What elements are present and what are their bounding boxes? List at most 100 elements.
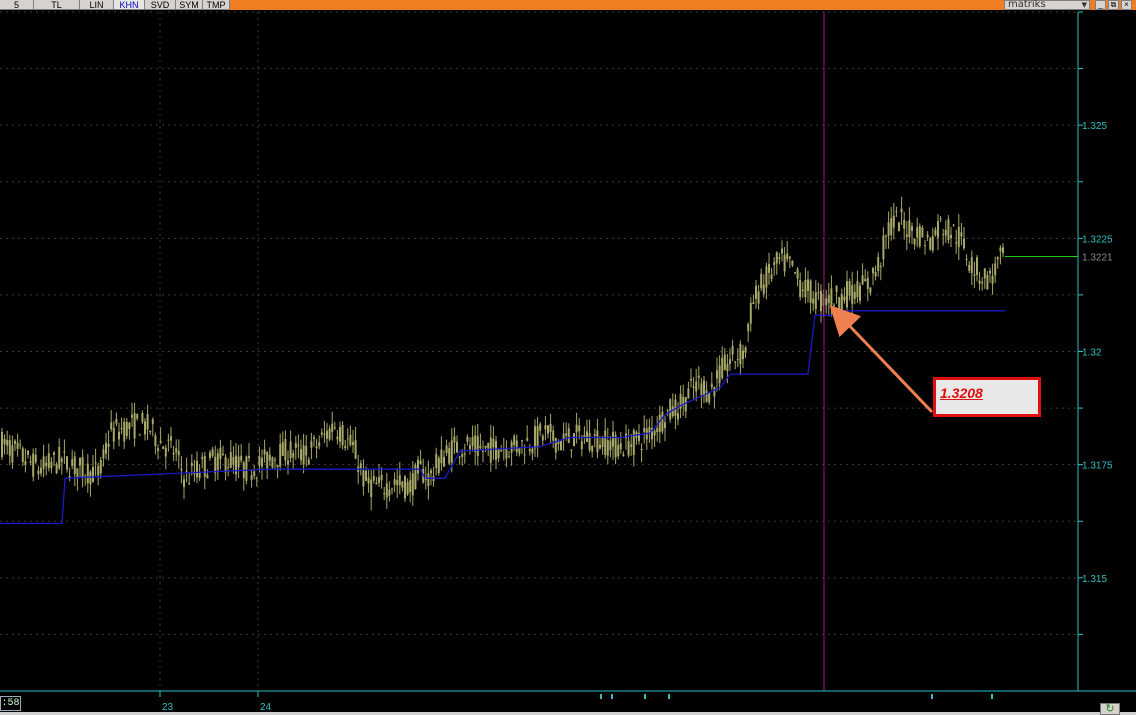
candlestick-button[interactable]: KHN — [114, 0, 145, 10]
symbol-button[interactable]: SYM — [176, 0, 203, 10]
template-button[interactable]: TMP — [203, 0, 230, 10]
candle-body — [838, 297, 841, 310]
price-annotation-box[interactable]: 1.3208 — [933, 377, 1041, 417]
candle-body — [970, 257, 973, 274]
candle-body — [983, 268, 986, 279]
candle-body — [313, 437, 315, 439]
candle-body — [302, 445, 305, 465]
candle-body — [606, 440, 609, 456]
candle-body — [245, 456, 248, 481]
candle-body — [510, 442, 513, 453]
period-button[interactable]: 5 — [0, 0, 34, 10]
candle-body — [869, 287, 872, 293]
candle-body — [705, 390, 708, 402]
candle-body — [32, 453, 35, 477]
candle-body — [66, 456, 68, 470]
candle-body — [661, 411, 664, 432]
candle-body — [489, 437, 492, 463]
candle-body — [328, 428, 331, 440]
candle-body — [185, 470, 188, 472]
candle-body — [216, 453, 219, 471]
candle-body — [684, 397, 687, 412]
candle-body — [274, 459, 276, 461]
candle-body — [544, 425, 547, 430]
candle-body — [978, 280, 981, 284]
candle-body — [760, 273, 763, 289]
candle-body — [183, 479, 185, 487]
candle-body — [144, 421, 146, 435]
candle-body — [14, 440, 16, 444]
candle-body — [94, 462, 97, 464]
candle-body — [339, 427, 341, 442]
price-chart[interactable]: 1.325 1.3225 1.32 1.3175 1.315 1.3221 23 24 — [0, 0, 1136, 715]
candle-body — [500, 450, 503, 452]
event-marker — [991, 694, 993, 699]
candle-body — [300, 449, 302, 461]
candle-body — [765, 266, 768, 288]
candle-body — [71, 459, 74, 466]
event-marker — [931, 694, 933, 699]
refresh-icon[interactable]: ↻ — [1100, 703, 1120, 715]
candle-body — [929, 238, 932, 250]
candle-body — [575, 424, 578, 433]
candle-body — [261, 458, 263, 467]
candle-body — [253, 471, 256, 477]
candle-body — [825, 298, 828, 306]
event-marker — [611, 694, 613, 699]
candle-body — [201, 457, 204, 460]
candle-body — [536, 426, 539, 448]
candle-body — [739, 343, 742, 365]
close-icon[interactable]: × — [1121, 0, 1132, 10]
candle-body — [258, 456, 261, 466]
candle-body — [164, 447, 167, 457]
candle-body — [560, 440, 562, 451]
candle-body — [81, 457, 84, 479]
candle-body — [586, 431, 588, 442]
scale-tl-button[interactable]: TL — [34, 0, 80, 10]
candle-body — [188, 482, 191, 484]
candle-body — [994, 263, 997, 276]
candle-body — [476, 436, 479, 457]
event-marker — [600, 694, 602, 699]
candle-body — [1, 431, 3, 457]
candle-body — [963, 238, 965, 249]
candle-body — [297, 444, 300, 446]
candle-body — [570, 449, 573, 451]
candle-body — [47, 453, 50, 469]
candle-body — [755, 286, 757, 299]
candle-body — [539, 423, 542, 431]
candle-body — [996, 257, 999, 260]
candlestick-series — [1, 196, 1004, 511]
candle-body — [287, 460, 289, 465]
chevron-down-icon[interactable]: ▼ — [1082, 1, 1087, 9]
candle-body — [474, 435, 477, 452]
candle-body — [401, 481, 404, 488]
line-chart-button[interactable]: LIN — [80, 0, 114, 10]
candle-body — [1002, 247, 1004, 254]
candle-body — [812, 298, 815, 304]
candle-body — [908, 220, 911, 238]
candle-body — [905, 234, 908, 237]
candle-body — [729, 359, 731, 364]
candle-body — [708, 392, 711, 403]
candle-body — [630, 444, 633, 447]
svd-button[interactable]: SVD — [145, 0, 176, 10]
candle-body — [926, 234, 929, 238]
candle-body — [601, 436, 604, 447]
minimize-icon[interactable]: _ — [1095, 0, 1106, 10]
candle-body — [934, 229, 937, 236]
candle-body — [89, 471, 92, 485]
candle-body — [859, 285, 861, 301]
candle-body — [102, 449, 105, 459]
candle-body — [16, 442, 19, 449]
candle-body — [864, 279, 867, 282]
candle-body — [835, 285, 838, 292]
candle-body — [250, 475, 253, 480]
brand-selector[interactable]: matriks ▼ — [1004, 0, 1090, 10]
event-marker — [668, 694, 670, 699]
candle-body — [890, 218, 893, 235]
restore-icon[interactable]: ⧉ — [1108, 0, 1119, 10]
candle-body — [388, 489, 391, 496]
candle-body — [385, 483, 388, 498]
candle-body — [528, 449, 531, 452]
